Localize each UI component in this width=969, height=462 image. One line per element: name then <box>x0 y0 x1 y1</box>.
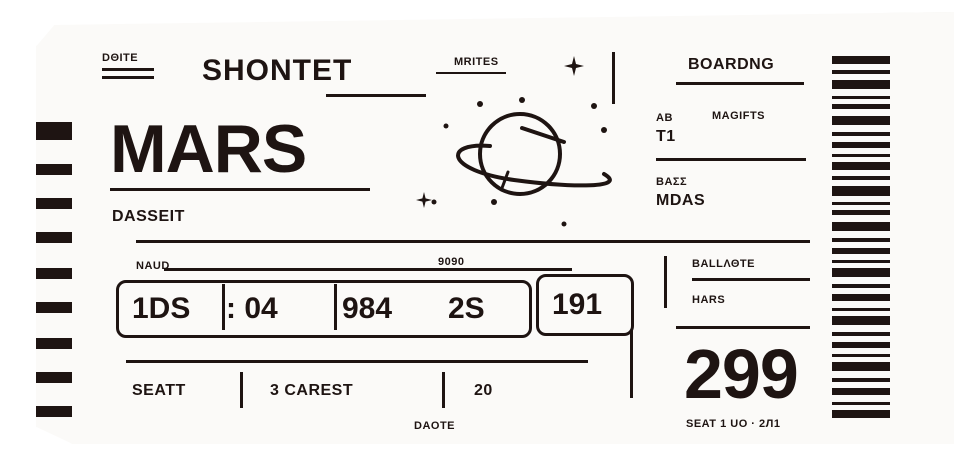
pass-value: MDAS <box>656 192 706 209</box>
sparkle-icon <box>416 192 432 208</box>
code-4: 2S <box>448 292 485 325</box>
date-label: DΘITE <box>102 52 139 64</box>
sparkle-icon <box>564 56 584 76</box>
seat-footer: SEAT 1 UO · 2Л1 <box>686 418 781 430</box>
pass-label: ΒΑΣΣ <box>656 176 688 188</box>
ab-label: ΑΒ <box>656 112 673 124</box>
barcode-icon <box>832 56 890 424</box>
seat-label: SEATT <box>132 382 186 399</box>
destination: MARS <box>110 111 307 187</box>
code-2: : 04 <box>226 292 278 325</box>
seat-number: 20 <box>474 382 493 399</box>
boarding-ticket: DΘITE SHONTET MRITES MARS DASSEIT BOARDN… <box>36 12 954 444</box>
planet-icon <box>431 97 612 227</box>
code-label: 9090 <box>438 256 465 268</box>
ballaste-label: BALLΛΘTE <box>692 258 755 270</box>
mrites-label: MRITES <box>454 56 499 68</box>
code-1: 1DS <box>132 292 191 325</box>
gate-code: T1 <box>656 128 676 145</box>
code-5: 191 <box>552 288 603 321</box>
daote-label: DAOTE <box>414 420 455 432</box>
price: 299 <box>684 335 799 413</box>
subtitle: DASSEIT <box>112 208 185 225</box>
code-3: 984 <box>342 292 393 325</box>
carest-value: 3 CAREST <box>270 382 354 399</box>
magifts-label: MAGIFTS <box>712 110 765 122</box>
ballaste-value: HARS <box>692 294 726 306</box>
ticket-title: SHONTET <box>202 54 353 87</box>
boarding-label: BOARDNG <box>688 56 775 73</box>
